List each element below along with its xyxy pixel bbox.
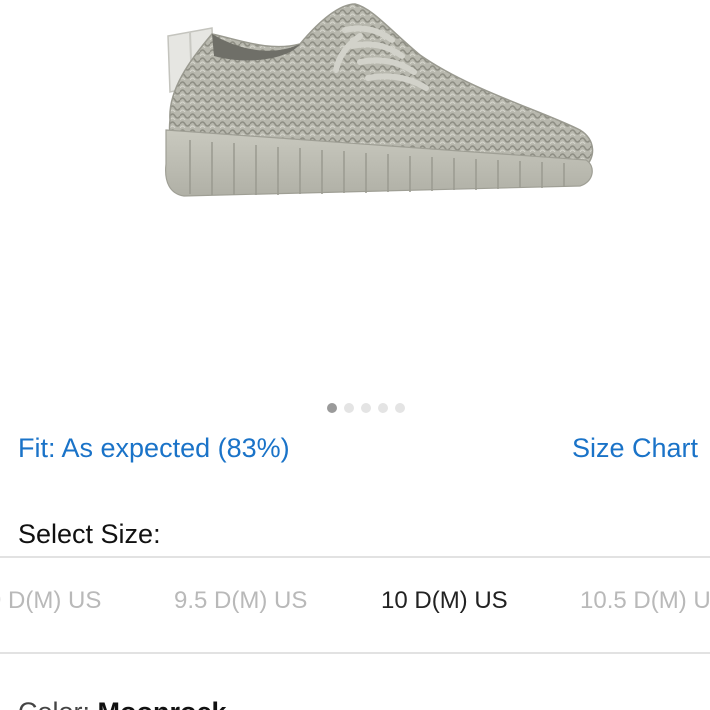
size-option[interactable]: 9 D(M) US xyxy=(0,587,101,615)
divider-bottom xyxy=(0,652,710,654)
carousel-dot-3[interactable] xyxy=(361,403,371,413)
product-image-carousel[interactable] xyxy=(0,0,710,395)
fit-link[interactable]: Fit: As expected (83%) xyxy=(18,433,290,464)
color-value: Moonrock xyxy=(98,697,227,710)
color-label: Color: xyxy=(18,697,90,710)
size-option[interactable]: 10.5 D(M) US xyxy=(580,587,710,615)
carousel-dot-4[interactable] xyxy=(378,403,388,413)
carousel-dot-1[interactable] xyxy=(327,403,337,413)
size-selector[interactable]: 9 D(M) US 9.5 D(M) US 10 D(M) US 10.5 D(… xyxy=(0,587,710,623)
carousel-dot-2[interactable] xyxy=(344,403,354,413)
size-option[interactable]: 9.5 D(M) US xyxy=(174,587,307,615)
fit-row: Fit: As expected (83%) Size Chart xyxy=(0,433,710,473)
size-option-selected[interactable]: 10 D(M) US xyxy=(381,587,508,615)
size-chart-link[interactable]: Size Chart xyxy=(572,433,698,464)
color-row: Color: Moonrock xyxy=(18,697,227,710)
carousel-pagination[interactable] xyxy=(0,403,710,413)
product-image xyxy=(165,3,594,197)
carousel-dot-5[interactable] xyxy=(395,403,405,413)
select-size-label: Select Size: xyxy=(18,519,161,549)
product-page: Fit: As expected (83%) Size Chart Select… xyxy=(0,0,710,710)
divider-top xyxy=(0,556,710,558)
